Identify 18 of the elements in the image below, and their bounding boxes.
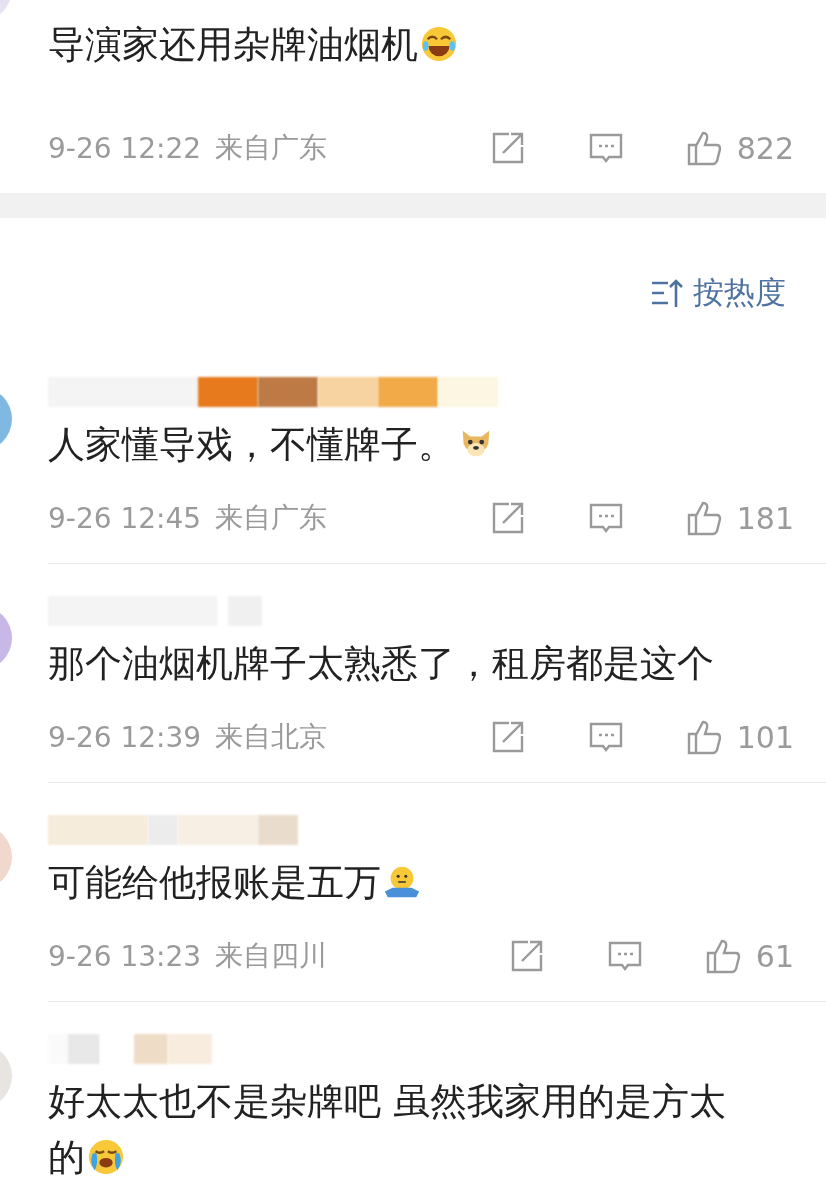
comment-text: 导演家还用杂牌油烟机 <box>48 7 826 73</box>
comment-text: 那个油烟机牌子太熟悉了，租房都是这个 <box>48 641 715 687</box>
comment-time: 9-26 12:22 <box>48 131 202 165</box>
like-button[interactable]: 61 <box>703 937 794 975</box>
like-button[interactable]: 181 <box>684 499 794 537</box>
comment-text: 好太太也不是杂牌吧 虽然我家用的是方太的 <box>48 1079 727 1181</box>
comment-time: 9-26 12:45 <box>48 501 202 535</box>
comment-text: 可能给他报账是五万 <box>48 845 826 911</box>
comment-location: 来自北京 <box>215 719 329 755</box>
comment-time: 9-26 12:39 <box>48 720 202 754</box>
comment-location: 来自广东 <box>215 500 329 536</box>
comment-location: 来自四川 <box>215 938 329 974</box>
comment-location: 来自广东 <box>215 130 329 166</box>
comment-time: 9-26 13:23 <box>48 939 202 973</box>
like-button[interactable]: 822 <box>684 129 794 167</box>
like-button[interactable]: 101 <box>684 718 794 756</box>
sort-by-popularity-button[interactable]: 按热度 <box>649 272 786 314</box>
comment-text: 人家懂导戏，不懂牌子。 <box>48 407 826 473</box>
